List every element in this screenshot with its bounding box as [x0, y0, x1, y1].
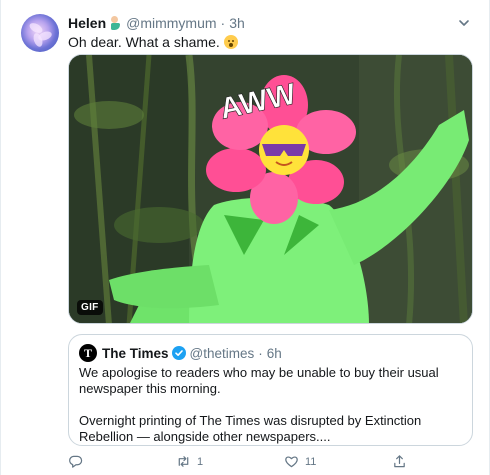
- reply-button[interactable]: [68, 454, 89, 469]
- author-handle[interactable]: @mimmymum: [126, 15, 216, 31]
- share-button[interactable]: [392, 454, 407, 469]
- quoted-body: We apologise to readers who may be unabl…: [79, 365, 464, 445]
- gif-frame: AWW: [69, 55, 472, 323]
- quoted-time: 6h: [266, 345, 282, 361]
- share-icon: [394, 455, 405, 468]
- gif-badge: GIF: [77, 300, 103, 315]
- quoted-tweet[interactable]: T The Times @thetimes · 6h We apologise …: [68, 334, 473, 446]
- quoted-paragraph-1: We apologise to readers who may be unabl…: [79, 365, 439, 396]
- author-name[interactable]: Helen: [68, 15, 106, 31]
- mermaid-emoji-icon: [108, 16, 122, 30]
- retweet-count: 1: [197, 455, 204, 468]
- action-bar: 1 11: [68, 454, 473, 472]
- times-logo-avatar: T: [79, 344, 97, 362]
- tweet-card[interactable]: Helen @mimmymum · 3h Oh dear. What a sha…: [0, 0, 490, 475]
- face-emoji-icon: [223, 35, 238, 49]
- quoted-paragraph-2: Overnight printing of The Times was disr…: [79, 413, 422, 444]
- separator-dot: ·: [220, 15, 226, 31]
- like-count: 11: [305, 455, 317, 468]
- retweet-button[interactable]: 1: [176, 454, 203, 469]
- avatar[interactable]: [21, 14, 59, 52]
- quoted-author-name: The Times: [102, 345, 169, 361]
- like-icon: [285, 456, 298, 468]
- tweet-text-content: Oh dear. What a shame.: [68, 34, 220, 50]
- verified-icon: [171, 346, 186, 360]
- quoted-header: T The Times @thetimes · 6h: [79, 344, 282, 362]
- tweet-time[interactable]: 3h: [229, 15, 245, 31]
- chevron-down-icon[interactable]: [457, 16, 471, 30]
- gif-media[interactable]: AWW GIF: [68, 54, 473, 324]
- tweet-header: Helen @mimmymum · 3h: [68, 14, 245, 32]
- reply-icon: [69, 455, 83, 468]
- quoted-separator: ·: [258, 345, 263, 361]
- quoted-handle: @thetimes: [189, 345, 255, 361]
- retweet-icon: [178, 456, 189, 467]
- like-button[interactable]: 11: [284, 454, 316, 469]
- tweet-text: Oh dear. What a shame.: [68, 33, 238, 51]
